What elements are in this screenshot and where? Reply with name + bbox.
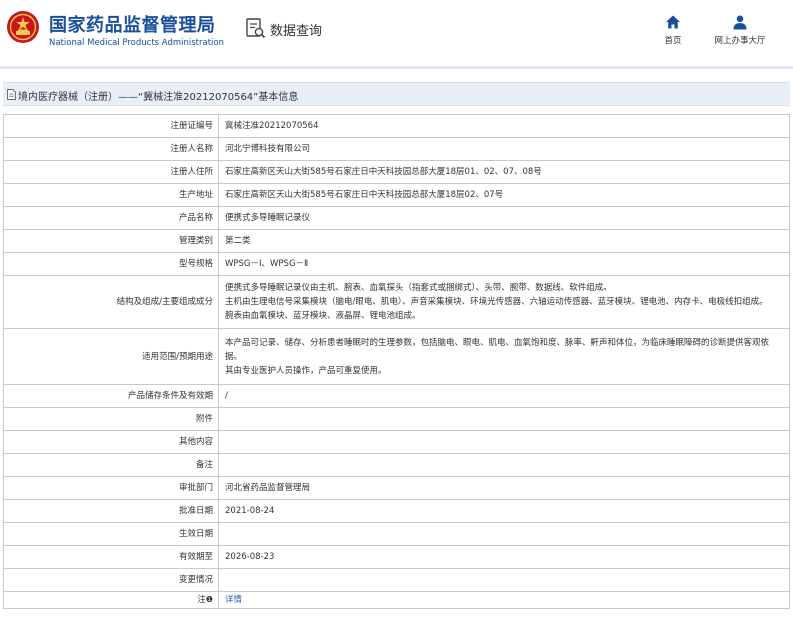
nav-home-label: 首页 bbox=[664, 36, 682, 46]
site-header: 国家药品监督管理局 National Medical Products Admi… bbox=[0, 0, 793, 66]
field-label: 批准日期 bbox=[3, 499, 219, 523]
field-value: / bbox=[218, 384, 790, 408]
org-name-en[interactable]: National Medical Products Administration bbox=[49, 38, 224, 48]
registration-detail-table: 注册证编号 冀械注准20212070564 注册人名称 河北宁博科技有限公司 注… bbox=[3, 114, 790, 609]
field-label: 产品名称 bbox=[3, 206, 219, 230]
table-row: 生效日期 bbox=[3, 522, 790, 546]
field-label: 有效期至 bbox=[3, 545, 219, 569]
table-row: 注❶ 详情 bbox=[3, 591, 790, 609]
table-row: 有效期至 2026-08-23 bbox=[3, 545, 790, 569]
user-icon bbox=[733, 15, 747, 30]
breadcrumb-text: 境内医疗器械（注册）——“冀械注准20212070564”基本信息 bbox=[18, 92, 299, 103]
value-line: 河北省药品监督管理局 bbox=[225, 483, 311, 493]
value-line: 便携式多导睡眠记录仪由主机、腕表、血氧探头（指套式或捆绑式）、头带、腕带、数据线… bbox=[225, 283, 612, 293]
nav-online-hall-label: 网上办事大厅 bbox=[714, 36, 766, 46]
header-divider bbox=[0, 66, 793, 69]
field-label: 结构及组成/主要组成成分 bbox=[3, 275, 219, 329]
value-line: 其由专业医护人员操作，产品可重复使用。 bbox=[225, 365, 387, 376]
field-label: 变更情况 bbox=[3, 568, 219, 592]
value-line: 第二类 bbox=[225, 236, 251, 246]
field-label: 生效日期 bbox=[3, 522, 219, 546]
table-row: 附件 bbox=[3, 407, 790, 431]
field-label: 生产地址 bbox=[3, 183, 219, 207]
field-label: 注册人住所 bbox=[3, 160, 219, 184]
table-row: 注册人名称 河北宁博科技有限公司 bbox=[3, 137, 790, 161]
value-line: 2026-08-23 bbox=[225, 552, 275, 562]
field-value bbox=[218, 522, 790, 546]
value-line: 便携式多导睡眠记录仪 bbox=[225, 213, 311, 223]
info-mark-icon: ❶ bbox=[205, 595, 213, 604]
field-value: 河北省药品监督管理局 bbox=[218, 476, 790, 500]
query-title: 数据查询 bbox=[270, 24, 323, 39]
field-value: 石家庄高新区天山大街585号石家庄日中天科技园总部大厦18层01、02、07、0… bbox=[218, 160, 790, 184]
value-line: 本产品可记录、储存、分析患者睡眠时的生理参数，包括脑电、眼电、肌电、血氧饱和度、… bbox=[225, 337, 770, 362]
field-value bbox=[218, 568, 790, 592]
value-line: 石家庄高新区天山大街585号石家庄日中天科技园总部大厦18层02、07号 bbox=[225, 190, 504, 200]
field-value: 便携式多导睡眠记录仪 bbox=[218, 206, 790, 230]
field-label: 适用范围/预期用途 bbox=[3, 328, 219, 385]
table-row: 管理类别 第二类 bbox=[3, 229, 790, 253]
table-row: 备注 bbox=[3, 453, 790, 477]
value-line: WPSG－Ⅰ、WPSG－Ⅱ bbox=[225, 259, 309, 269]
field-value bbox=[218, 453, 790, 477]
table-row: 产品储存条件及有效期 / bbox=[3, 384, 790, 408]
note-label: 注 bbox=[197, 595, 206, 605]
field-value: 冀械注准20212070564 bbox=[218, 114, 790, 138]
value-line: / bbox=[225, 391, 228, 401]
table-row: 批准日期 2021-08-24 bbox=[3, 499, 790, 523]
data-query-icon bbox=[246, 18, 266, 39]
field-label: 注册证编号 bbox=[3, 114, 219, 138]
table-row: 生产地址 石家庄高新区天山大街585号石家庄日中天科技园总部大厦18层02、07… bbox=[3, 183, 790, 207]
field-label: 产品储存条件及有效期 bbox=[3, 384, 219, 408]
value-line: 石家庄高新区天山大街585号石家庄日中天科技园总部大厦18层01、02、07、0… bbox=[225, 167, 542, 177]
field-value: 本产品可记录、储存、分析患者睡眠时的生理参数，包括脑电、眼电、肌电、血氧饱和度、… bbox=[218, 328, 790, 385]
field-label: 注册人名称 bbox=[3, 137, 219, 161]
org-name-cn[interactable]: 国家药品监督管理局 bbox=[49, 11, 216, 37]
details-link[interactable]: 详情 bbox=[225, 595, 242, 605]
field-label: 注❶ bbox=[3, 591, 219, 609]
field-value: 河北宁博科技有限公司 bbox=[218, 137, 790, 161]
field-label: 其他内容 bbox=[3, 430, 219, 454]
value-line: 冀械注准20212070564 bbox=[225, 121, 319, 131]
value-line: 主机由生理电信号采集模块（脑电/眼电、肌电）、声音采集模块、环境光传感器、六轴运… bbox=[225, 297, 768, 307]
field-value: WPSG－Ⅰ、WPSG－Ⅱ bbox=[218, 252, 790, 276]
table-row: 注册证编号 冀械注准20212070564 bbox=[3, 114, 790, 138]
field-value: 便携式多导睡眠记录仪由主机、腕表、血氧探头（指套式或捆绑式）、头带、腕带、数据线… bbox=[218, 275, 790, 329]
field-label: 备注 bbox=[3, 453, 219, 477]
table-row: 适用范围/预期用途 本产品可记录、储存、分析患者睡眠时的生理参数，包括脑电、眼电… bbox=[3, 328, 790, 385]
national-emblem-icon bbox=[7, 11, 39, 43]
table-row: 产品名称 便携式多导睡眠记录仪 bbox=[3, 206, 790, 230]
breadcrumb: 境内医疗器械（注册）——“冀械注准20212070564”基本信息 bbox=[3, 82, 790, 106]
table-row: 变更情况 bbox=[3, 568, 790, 592]
nav-online-hall[interactable]: 网上办事大厅 bbox=[705, 14, 775, 46]
field-value: 2021-08-24 bbox=[218, 499, 790, 523]
table-row: 结构及组成/主要组成成分 便携式多导睡眠记录仪由主机、腕表、血氧探头（指套式或捆… bbox=[3, 275, 790, 329]
field-label: 型号规格 bbox=[3, 252, 219, 276]
value-line: 河北宁博科技有限公司 bbox=[225, 144, 311, 154]
value-line: 2021-08-24 bbox=[225, 506, 275, 516]
table-row: 审批部门 河北省药品监督管理局 bbox=[3, 476, 790, 500]
field-value bbox=[218, 430, 790, 454]
document-icon bbox=[7, 89, 16, 100]
nav-home[interactable]: 首页 bbox=[638, 14, 708, 46]
field-value: 2026-08-23 bbox=[218, 545, 790, 569]
table-row: 型号规格 WPSG－Ⅰ、WPSG－Ⅱ bbox=[3, 252, 790, 276]
field-value: 详情 bbox=[218, 591, 790, 609]
value-line: 腕表由血氧模块、蓝牙模块、液晶屏、锂电池组成。 bbox=[225, 311, 421, 321]
field-value bbox=[218, 407, 790, 431]
field-label: 审批部门 bbox=[3, 476, 219, 500]
field-value: 石家庄高新区天山大街585号石家庄日中天科技园总部大厦18层02、07号 bbox=[218, 183, 790, 207]
table-row: 其他内容 bbox=[3, 430, 790, 454]
table-row: 注册人住所 石家庄高新区天山大街585号石家庄日中天科技园总部大厦18层01、0… bbox=[3, 160, 790, 184]
home-icon bbox=[666, 15, 680, 29]
field-label: 管理类别 bbox=[3, 229, 219, 253]
field-value: 第二类 bbox=[218, 229, 790, 253]
field-label: 附件 bbox=[3, 407, 219, 431]
